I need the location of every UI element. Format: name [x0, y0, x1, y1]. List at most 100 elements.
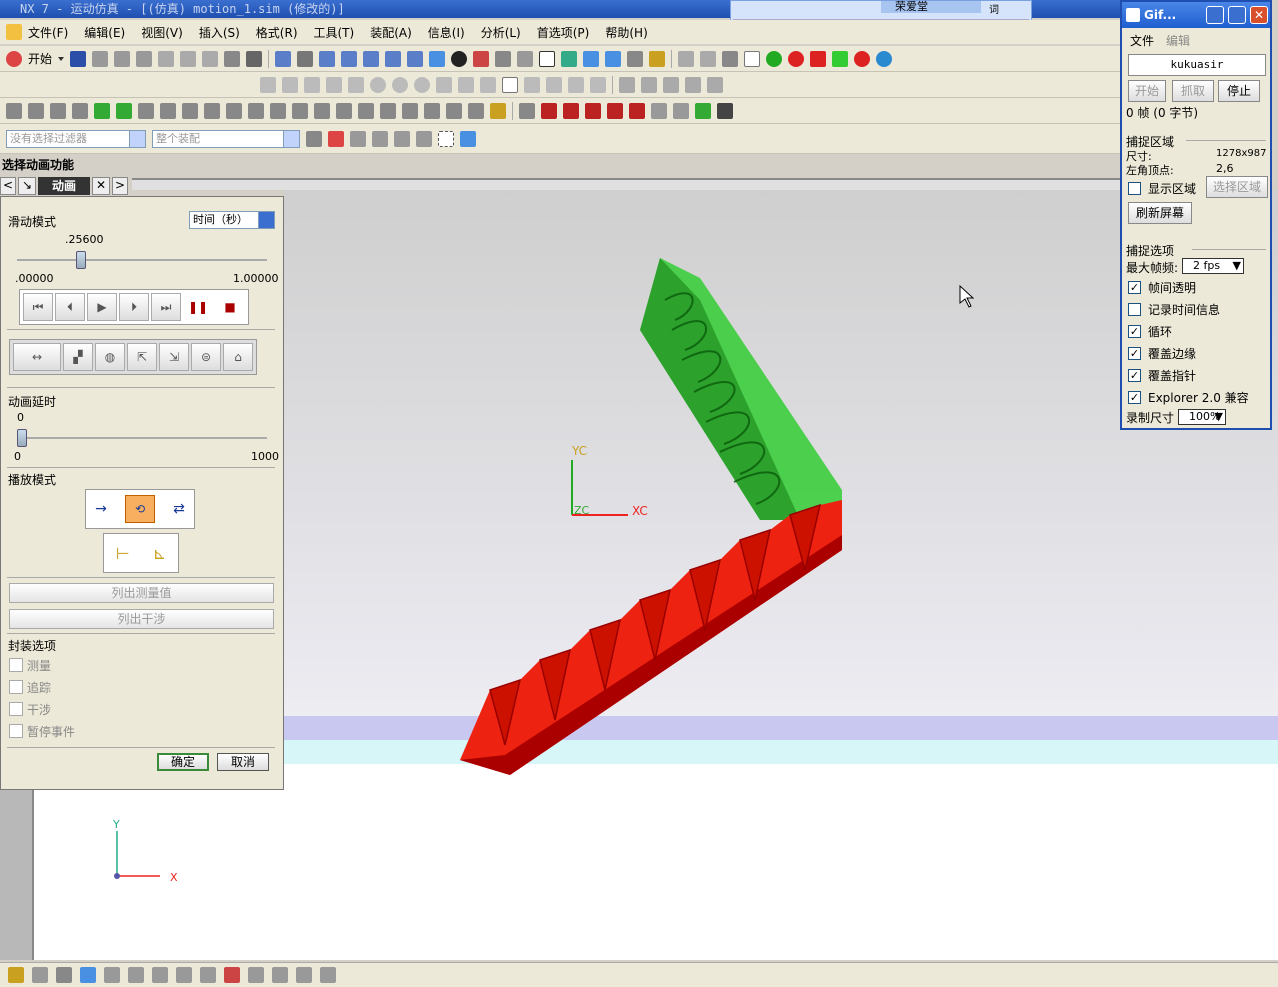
- extrude-icon[interactable]: [590, 76, 606, 93]
- start-dropdown-icon[interactable]: [58, 56, 65, 61]
- bottom-tool-6-icon[interactable]: [128, 967, 144, 983]
- chevron-down-icon[interactable]: ▼: [1233, 259, 1241, 273]
- menu-preferences[interactable]: 首选项(P): [537, 24, 590, 41]
- fit-view-icon[interactable]: [275, 50, 292, 67]
- offset-icon[interactable]: [546, 76, 562, 93]
- list-interference-button[interactable]: 列出干涉: [9, 609, 274, 629]
- point-icon[interactable]: [414, 76, 430, 93]
- gif-option-checkbox[interactable]: ✓: [1128, 281, 1141, 294]
- stop-button[interactable]: ■: [215, 293, 245, 321]
- bottom-tool-1-icon[interactable]: [8, 967, 24, 983]
- play-button[interactable]: ▶: [87, 293, 117, 321]
- green-part-icon[interactable]: [832, 50, 849, 67]
- torque-icon[interactable]: [336, 102, 352, 119]
- pause-button[interactable]: ❚❚: [183, 293, 213, 321]
- cable-icon[interactable]: [402, 102, 418, 119]
- first-frame-button[interactable]: ⏮: [23, 293, 53, 321]
- save-icon[interactable]: [70, 50, 87, 67]
- snap2-icon[interactable]: [350, 130, 366, 147]
- animation-icon[interactable]: [519, 102, 535, 119]
- menu-view[interactable]: 视图(V): [141, 24, 183, 41]
- snap4-icon[interactable]: [394, 130, 410, 147]
- edit-object-icon[interactable]: [202, 50, 219, 67]
- menu-info[interactable]: 信息(I): [428, 24, 465, 41]
- prev-frame-button[interactable]: ⏴: [55, 293, 85, 321]
- gif-max-fps-select[interactable]: 2 fps ▼: [1182, 258, 1244, 274]
- function-icon[interactable]: [204, 102, 220, 119]
- bottom-tool-11-icon[interactable]: [248, 967, 264, 983]
- bridge-icon[interactable]: [685, 76, 701, 93]
- green-circle-icon[interactable]: [766, 50, 783, 67]
- maximize-icon[interactable]: [1228, 6, 1246, 24]
- analysis-icon[interactable]: [649, 50, 666, 67]
- next-frame-icon[interactable]: [607, 102, 623, 119]
- green-gear[interactable]: [640, 258, 842, 520]
- gif-capture-button[interactable]: 抓取: [1172, 80, 1214, 102]
- bottom-tool-9-icon[interactable]: [200, 967, 216, 983]
- environment-icon[interactable]: [6, 102, 22, 119]
- intersect-icon[interactable]: [707, 76, 723, 93]
- connector-icon[interactable]: [160, 102, 176, 119]
- rack-icon[interactable]: [380, 102, 396, 119]
- arrow-left-icon[interactable]: [94, 102, 110, 119]
- menu-file[interactable]: 文件(F): [28, 24, 68, 41]
- gif-option-checkbox[interactable]: ✓: [1128, 369, 1141, 382]
- track-tool-button[interactable]: ⊜: [191, 343, 221, 371]
- measure-tool-button[interactable]: ↔: [13, 343, 61, 371]
- trace-tool-button[interactable]: ▞: [63, 343, 93, 371]
- explode-tool-button[interactable]: ⇱: [127, 343, 157, 371]
- link-icon[interactable]: [50, 102, 66, 119]
- package-interference-checkbox[interactable]: [9, 702, 23, 716]
- move-icon[interactable]: [583, 50, 600, 67]
- polyline-icon[interactable]: [282, 76, 298, 93]
- edit-curve-icon[interactable]: [619, 76, 635, 93]
- parallel-line-icon[interactable]: [304, 76, 320, 93]
- delay-slider-thumb[interactable]: [17, 429, 27, 447]
- gear-pair-icon[interactable]: [358, 102, 374, 119]
- project-icon[interactable]: [568, 76, 584, 93]
- bottom-tool-4-icon[interactable]: [80, 967, 96, 983]
- menu-insert[interactable]: 插入(S): [199, 24, 240, 41]
- coupler-icon[interactable]: [138, 102, 154, 119]
- delay-slider-track[interactable]: [17, 437, 267, 439]
- assembly-position-icon[interactable]: ⊾: [153, 544, 166, 563]
- flag-icon[interactable]: [717, 102, 733, 119]
- repeat-icon[interactable]: [224, 50, 241, 67]
- background-icon[interactable]: [517, 50, 534, 67]
- play-icon[interactable]: [585, 102, 601, 119]
- drafting-icon[interactable]: [678, 50, 695, 67]
- zoom-window-icon[interactable]: [319, 50, 336, 67]
- section-icon[interactable]: [495, 50, 512, 67]
- menu-format[interactable]: 格式(R): [256, 24, 298, 41]
- fillet-icon[interactable]: [641, 76, 657, 93]
- pan-icon[interactable]: [341, 50, 358, 67]
- chevron-down-icon[interactable]: [258, 212, 274, 228]
- marker-icon[interactable]: [226, 102, 242, 119]
- results-icon[interactable]: [490, 102, 506, 119]
- last-frame-icon[interactable]: [629, 102, 645, 119]
- graph-icon[interactable]: [468, 102, 484, 119]
- menu-assembly[interactable]: 装配(A): [370, 24, 412, 41]
- zoom-icon[interactable]: [297, 50, 314, 67]
- selection-filter-combo[interactable]: 没有选择过滤器: [6, 129, 146, 148]
- split-icon[interactable]: [663, 76, 679, 93]
- circle2-icon[interactable]: [392, 76, 408, 93]
- bottom-tool-3-icon[interactable]: [56, 967, 72, 983]
- cancel-button[interactable]: 取消: [217, 753, 269, 771]
- cam-icon[interactable]: [446, 102, 462, 119]
- snap3-icon[interactable]: [372, 130, 388, 147]
- interference-tool-button[interactable]: ◍: [95, 343, 125, 371]
- time-slider-thumb[interactable]: [76, 251, 86, 269]
- box-select-icon[interactable]: [438, 130, 454, 147]
- play-once-icon[interactable]: →: [95, 501, 107, 517]
- assembly-scope-combo[interactable]: 整个装配: [152, 129, 300, 148]
- bottom-tool-8-icon[interactable]: [176, 967, 192, 983]
- sensor-icon[interactable]: [248, 102, 264, 119]
- joint-icon[interactable]: [72, 102, 88, 119]
- orient-view-icon[interactable]: [429, 50, 446, 67]
- menu-help[interactable]: 帮助(H): [605, 24, 647, 41]
- selection-icon[interactable]: [246, 50, 263, 67]
- stop-icon[interactable]: [673, 102, 689, 119]
- menu-edit[interactable]: 编辑(E): [84, 24, 125, 41]
- gif-record-size-select[interactable]: 100% ▼: [1178, 409, 1226, 425]
